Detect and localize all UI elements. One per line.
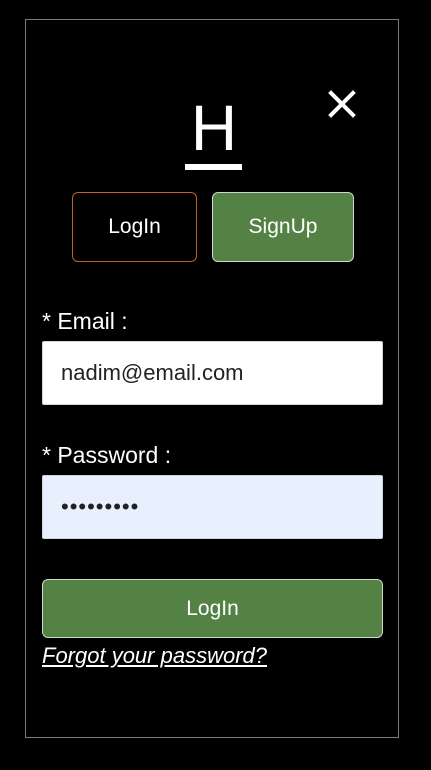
tab-login[interactable]: LogIn — [72, 192, 197, 262]
close-icon — [328, 90, 356, 118]
email-label: * Email : — [42, 308, 128, 334]
forgot-password-link[interactable]: Forgot your password? — [42, 643, 267, 669]
logo-underline — [185, 164, 242, 170]
email-field[interactable] — [42, 341, 383, 405]
tab-login-label: LogIn — [108, 215, 161, 238]
tab-signup-label: SignUp — [248, 215, 318, 238]
login-submit-button[interactable]: LogIn — [42, 579, 383, 638]
password-field[interactable] — [42, 475, 383, 539]
logo: H — [190, 92, 238, 164]
password-label: * Password : — [42, 442, 172, 468]
close-button[interactable] — [322, 84, 362, 124]
tab-signup[interactable]: SignUp — [212, 192, 354, 262]
